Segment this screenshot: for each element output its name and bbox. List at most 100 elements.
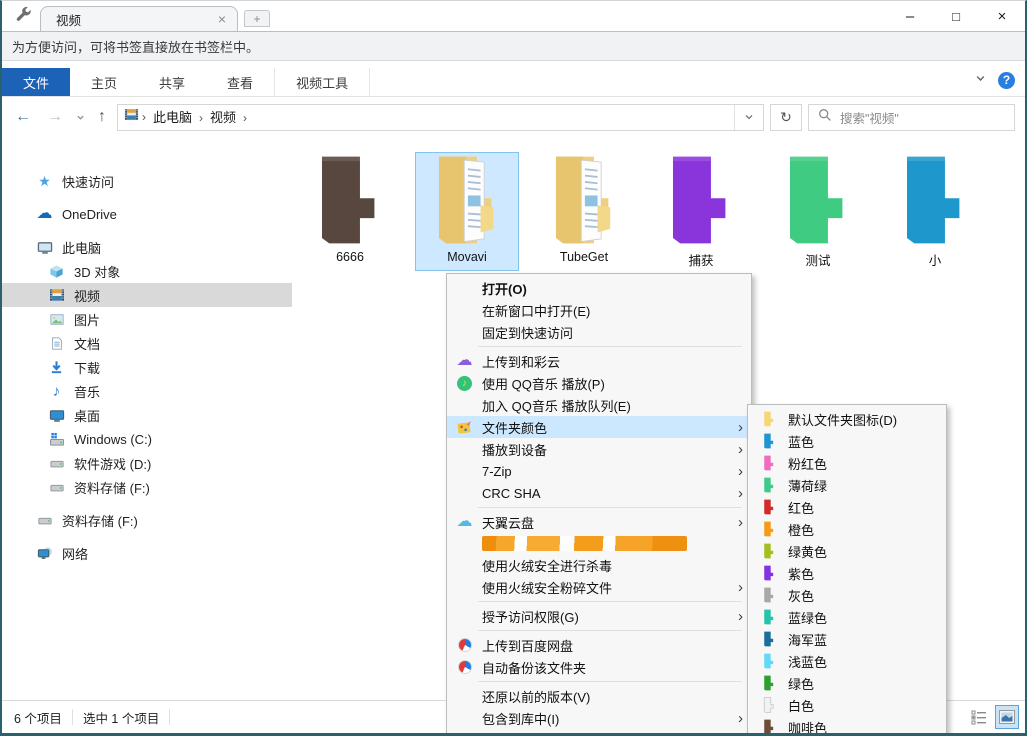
sidebar-item[interactable]: 软件游戏 (D:)	[2, 451, 292, 475]
sidebar-item[interactable]: 资料存储 (F:)	[2, 475, 292, 499]
window-controls: – □ ×	[887, 1, 1025, 31]
forward-button[interactable]: →	[42, 108, 68, 126]
context-menu-item[interactable]: 固定到"开始"屏幕(P) ›	[447, 729, 751, 736]
context-menu-item[interactable]: 自动备份该文件夹 ›	[447, 656, 751, 678]
new-tab-button[interactable]: +	[244, 10, 270, 27]
sidebar-item[interactable]: 视频	[2, 283, 292, 307]
folder-tile[interactable]: TubeGet	[532, 152, 636, 271]
color-option[interactable]: 粉红色	[748, 452, 946, 474]
sidebar-item[interactable]: Windows (C:)	[2, 427, 292, 451]
context-menu-item[interactable]: 使用火绒安全粉碎文件 ›	[447, 576, 751, 598]
tianyi-icon: ☁	[454, 514, 475, 531]
context-menu-item[interactable]: 授予访问权限(G) ›	[447, 605, 751, 627]
color-folder-icon	[760, 477, 777, 494]
color-option[interactable]: 白色	[748, 694, 946, 716]
sidebar-item[interactable]: 下载	[2, 355, 292, 379]
context-menu-item-label: 包含到库中(I)	[482, 709, 730, 728]
context-menu-item[interactable]: 固定到快速访问 ›	[447, 321, 751, 343]
context-menu-item[interactable]: 加入 QQ音乐 播放队列(E) ›	[447, 394, 751, 416]
color-option-label: 咖啡色	[788, 718, 938, 736]
color-option-label: 薄荷绿	[788, 476, 938, 495]
ribbon-expand-chevron-icon[interactable]	[975, 71, 986, 89]
ribbon-tab[interactable]: 查看	[206, 68, 274, 96]
folder-tile[interactable]: 6666	[298, 152, 402, 271]
sidebar-item[interactable]: 图片	[2, 307, 292, 331]
tab-close-icon[interactable]: ×	[215, 11, 229, 27]
ribbon-tab[interactable]: 文件	[2, 68, 70, 96]
explorer-tab[interactable]: 视频 ×	[40, 6, 238, 31]
context-menu-item-label: 上传到和彩云	[482, 352, 730, 371]
color-option[interactable]: 灰色	[748, 584, 946, 606]
color-option[interactable]: 薄荷绿	[748, 474, 946, 496]
large-icons-view-button[interactable]	[995, 705, 1019, 729]
help-icon[interactable]: ?	[998, 72, 1015, 89]
search-icon	[818, 108, 832, 127]
address-dropdown-chevron-icon[interactable]	[734, 105, 763, 130]
color-option[interactable]: 绿色	[748, 672, 946, 694]
breadcrumb[interactable]: › 此电脑›视频›	[117, 104, 764, 131]
sidebar-item[interactable]: 文档	[2, 331, 292, 355]
sidebar-item[interactable]: 桌面	[2, 403, 292, 427]
sidebar-item[interactable]: ♪ 音乐	[2, 379, 292, 403]
context-menu-item[interactable]: ☁ 上传到和彩云 ›	[447, 350, 751, 372]
sidebar-item[interactable]: ☁ OneDrive	[2, 202, 292, 226]
context-menu-item[interactable]: 使用火绒安全进行杀毒 ›	[447, 554, 751, 576]
crumb-separator: ›	[240, 111, 250, 125]
ribbon-tab[interactable]: 主页	[70, 68, 138, 96]
documents-icon	[48, 336, 65, 351]
context-menu-item[interactable]: 包含到库中(I) ›	[447, 707, 751, 729]
ribbon-tab[interactable]: 视频工具	[274, 68, 370, 96]
context-menu-item[interactable]: ♪ 使用 QQ音乐 播放(P) ›	[447, 372, 751, 394]
submenu-arrow-icon: ›	[738, 579, 743, 596]
color-folder-icon	[760, 587, 777, 604]
minimize-button[interactable]: –	[887, 1, 933, 31]
sidebar-item[interactable]: 资料存储 (F:)	[2, 508, 292, 532]
color-option[interactable]: 默认文件夹图标(D)	[748, 408, 946, 430]
sidebar-item[interactable]: ★ 快速访问	[2, 169, 292, 193]
up-button[interactable]: ↑	[93, 108, 111, 126]
color-option[interactable]: 浅蓝色	[748, 650, 946, 672]
close-button[interactable]: ×	[979, 1, 1025, 31]
color-option[interactable]: 咖啡色	[748, 716, 946, 736]
breadcrumb-segment[interactable]: 此电脑	[149, 110, 196, 125]
folder-tile[interactable]: Movavi	[415, 152, 519, 271]
color-option[interactable]: 蓝色	[748, 430, 946, 452]
sidebar-item[interactable]: 3D 对象	[2, 259, 292, 283]
context-menu-item[interactable]: 播放到设备 ›	[447, 438, 751, 460]
color-folder-icon	[760, 543, 777, 560]
color-option[interactable]: 紫色	[748, 562, 946, 584]
submenu-arrow-icon: ›	[738, 463, 743, 480]
context-menu-item[interactable]: 上传到百度网盘 ›	[447, 634, 751, 656]
context-menu-item[interactable]: 还原以前的版本(V) ›	[447, 685, 751, 707]
context-menu-item[interactable]: CRC SHA ›	[447, 482, 751, 504]
color-option[interactable]: 蓝绿色	[748, 606, 946, 628]
color-option[interactable]: 红色	[748, 496, 946, 518]
clover-settings-button[interactable]	[12, 6, 34, 28]
context-menu-item[interactable]: 7-Zip ›	[447, 460, 751, 482]
context-menu-item[interactable]: 打开(O) ›	[447, 277, 751, 299]
folder-name: Movavi	[447, 250, 487, 264]
maximize-button[interactable]: □	[933, 1, 979, 31]
search-input[interactable]: 搜索"视频"	[808, 104, 1015, 131]
color-option[interactable]: 绿黄色	[748, 540, 946, 562]
breadcrumb-segment[interactable]: 视频	[206, 110, 240, 125]
sidebar-item[interactable]: 此电脑	[2, 235, 292, 259]
color-option[interactable]: 橙色	[748, 518, 946, 540]
context-menu-item[interactable]: 文件夹颜色 ›	[447, 416, 751, 438]
color-option[interactable]: 海军蓝	[748, 628, 946, 650]
recent-locations-chevron-icon[interactable]	[74, 113, 87, 122]
ribbon-tab[interactable]: 共享	[138, 68, 206, 96]
folder-tile[interactable]: 捕获	[649, 152, 753, 271]
details-view-button[interactable]	[967, 705, 991, 729]
quick-access-icon: ★	[36, 174, 53, 188]
refresh-button[interactable]: ↻	[770, 104, 802, 131]
sidebar-item[interactable]: 网络	[2, 541, 292, 565]
selection-count: 选中 1 个项目	[83, 708, 159, 727]
folder-tile[interactable]: 小	[883, 152, 987, 271]
context-menu-item-label: 使用 QQ音乐 播放(P)	[482, 374, 730, 393]
folder-tile[interactable]: 测试	[766, 152, 870, 271]
context-menu-item[interactable]: ☁ 天翼云盘 ›	[447, 511, 751, 533]
promo-banner-item[interactable]	[447, 533, 751, 554]
context-menu-item[interactable]: 在新窗口中打开(E) ›	[447, 299, 751, 321]
back-button[interactable]: ←	[10, 108, 36, 126]
